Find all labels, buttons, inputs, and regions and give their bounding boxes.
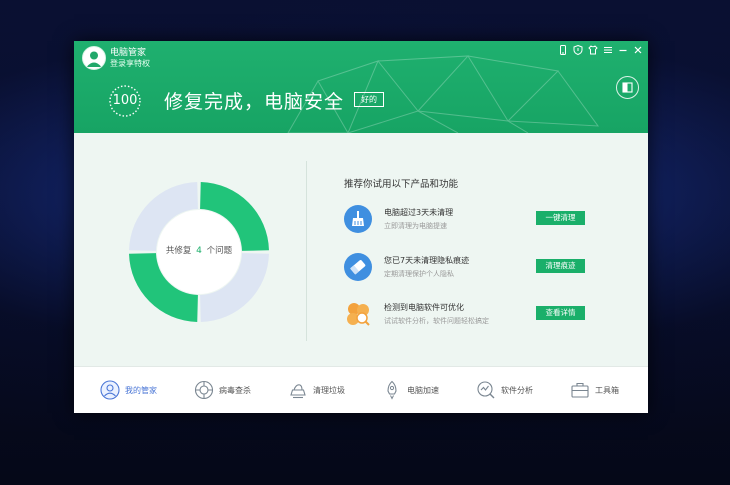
recommend-item-desc: 定期清理保护个人隐私 bbox=[384, 270, 454, 278]
side-panel-button[interactable] bbox=[616, 76, 639, 99]
cleanup-icon bbox=[290, 384, 306, 399]
menu-icon[interactable] bbox=[602, 44, 614, 56]
security-score: 100 bbox=[112, 93, 138, 108]
eraser-icon bbox=[344, 253, 372, 281]
shield-icon[interactable] bbox=[572, 44, 584, 56]
status-badge[interactable]: 好的 bbox=[354, 92, 384, 107]
nav-label: 病毒查杀 bbox=[219, 386, 251, 395]
login-link[interactable]: 登录享特权 bbox=[110, 58, 150, 69]
app-title: 电脑管家 bbox=[110, 48, 147, 58]
phone-icon[interactable] bbox=[557, 44, 569, 56]
software-analysis-icon bbox=[344, 300, 372, 328]
butler-icon bbox=[100, 380, 120, 400]
recommend-title: 推荐你试用以下产品和功能 bbox=[344, 179, 459, 190]
virus-scan-icon bbox=[194, 380, 214, 400]
nav-label: 我的管家 bbox=[125, 386, 157, 395]
nav-label: 软件分析 bbox=[501, 386, 533, 395]
app-window: 电脑管家 登录享特权 100 修复完成，电脑安全 好的 共修复 4 个问题 推荐… bbox=[74, 41, 648, 413]
recommend-item-title: 您已7天未清理隐私痕迹 bbox=[384, 256, 470, 265]
toolbox-icon bbox=[571, 382, 589, 398]
recommend-item-cleanup: 电脑超过3天未清理 立即清理为电脑提速 一键清理 bbox=[344, 205, 634, 237]
main-content: 共修复 4 个问题 推荐你试用以下产品和功能 电脑超过3天未清理 立即清理为电脑… bbox=[74, 133, 648, 366]
rocket-icon bbox=[387, 380, 397, 400]
fix-count: 4 bbox=[196, 246, 202, 256]
fix-summary: 共修复 4 个问题 bbox=[128, 244, 270, 256]
fix-summary-prefix: 共修复 bbox=[165, 246, 192, 256]
recommend-item-software: 检测到电脑软件可优化 试试软件分析，软件问题轻松搞定 查看详情 bbox=[344, 300, 634, 332]
recommend-item-privacy: 您已7天未清理隐私痕迹 定期清理保护个人隐私 清理痕迹 bbox=[344, 253, 634, 285]
nav-label: 清理垃圾 bbox=[313, 386, 345, 395]
window-controls bbox=[557, 44, 644, 56]
view-details-button[interactable]: 查看详情 bbox=[536, 306, 585, 320]
nav-label: 电脑加速 bbox=[407, 386, 439, 395]
skin-icon[interactable] bbox=[587, 44, 599, 56]
bottom-nav: 我的管家 病毒查杀 清理垃圾 电脑加速 软件分析 工具箱 bbox=[74, 366, 648, 413]
header: 电脑管家 登录享特权 100 修复完成，电脑安全 好的 bbox=[74, 41, 648, 133]
panel-icon bbox=[622, 82, 633, 93]
status-title: 修复完成，电脑安全 bbox=[164, 91, 345, 113]
one-click-clean-button[interactable]: 一键清理 bbox=[536, 211, 585, 225]
avatar[interactable] bbox=[82, 46, 106, 70]
clean-traces-button[interactable]: 清理痕迹 bbox=[536, 259, 585, 273]
fix-summary-suffix: 个问题 bbox=[206, 246, 233, 256]
minimize-icon[interactable] bbox=[617, 44, 629, 56]
divider bbox=[306, 161, 307, 341]
recommend-item-title: 检测到电脑软件可优化 bbox=[384, 303, 464, 312]
recommend-item-desc: 立即清理为电脑提速 bbox=[384, 222, 447, 230]
software-analysis-icon bbox=[477, 381, 495, 399]
recommend-item-title: 电脑超过3天未清理 bbox=[384, 208, 454, 217]
close-icon[interactable] bbox=[632, 44, 644, 56]
user-icon bbox=[86, 51, 102, 67]
nav-label: 工具箱 bbox=[595, 386, 619, 395]
recommend-item-desc: 试试软件分析，软件问题轻松搞定 bbox=[384, 317, 489, 325]
broom-icon bbox=[344, 205, 372, 233]
